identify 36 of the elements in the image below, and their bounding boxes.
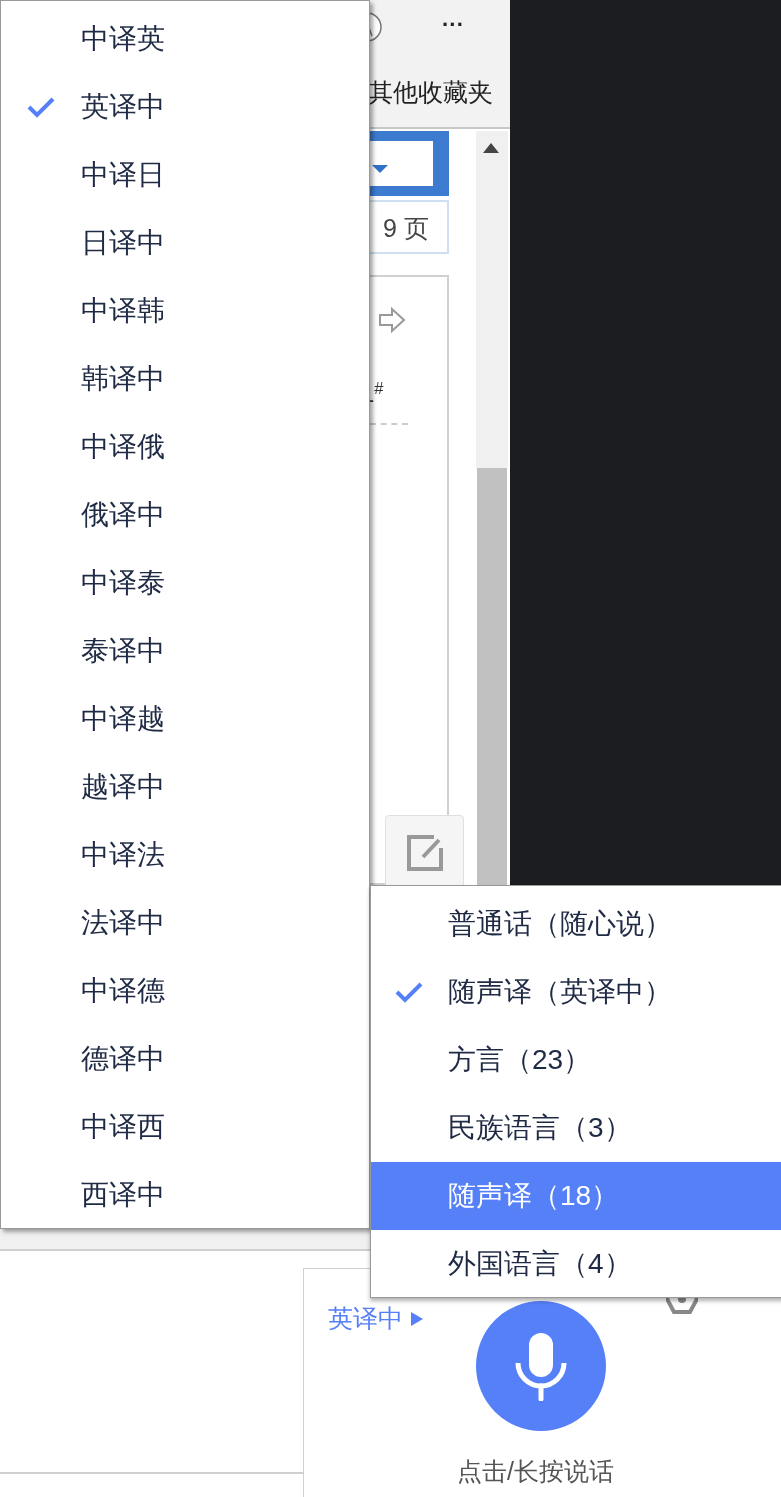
menu-item[interactable]: 外国语言（4） [371,1230,781,1298]
menu-item[interactable]: 中译俄 [1,413,369,481]
caret-icon[interactable] [372,165,388,173]
menu-item[interactable]: 中译西 [1,1093,369,1161]
menu-item[interactable]: 随声译（英译中） [371,958,781,1026]
microphone-icon [514,1331,568,1401]
menu-item[interactable]: 中译韩 [1,277,369,345]
edit-icon [405,833,444,872]
menu-item[interactable]: 方言（23） [371,1026,781,1094]
caret-icon [411,1311,423,1326]
scrollbar-thumb[interactable] [477,468,507,885]
menu-item[interactable]: 中译越 [1,685,369,753]
menu-item[interactable]: 中译法 [1,821,369,889]
menu-item[interactable]: 日译中 [1,209,369,277]
menu-item[interactable]: 普通话（随心说） [371,890,781,958]
more-button[interactable]: ··· [432,8,474,42]
menu-item[interactable]: 中译德 [1,957,369,1025]
menu-item[interactable]: 德译中 [1,1025,369,1093]
page-count: 9 页 [383,213,429,244]
mode-dropdown[interactable]: 英译中 [328,1300,423,1338]
hint-text: 点击/长按说话 [457,1456,614,1487]
scroll-up-icon[interactable] [483,143,499,153]
menu-item[interactable]: 越译中 [1,753,369,821]
menu-item[interactable]: 中译日 [1,141,369,209]
menu-item[interactable]: 民族语言（3） [371,1094,781,1162]
menu-item[interactable]: 韩译中 [1,345,369,413]
bookmark-folder[interactable]: 其他收藏夹 [368,74,493,112]
menu-item[interactable]: 英译中 [1,73,369,141]
menu-item[interactable]: 西译中 [1,1161,369,1229]
menu-item[interactable]: 法译中 [1,889,369,957]
menu-item[interactable]: 中译泰 [1,549,369,617]
menu-item[interactable]: 中译英 [1,5,369,73]
menu-item[interactable]: 泰译中 [1,617,369,685]
menu-item[interactable]: 俄译中 [1,481,369,549]
menu-item[interactable]: 随声译（18） [371,1162,781,1230]
arrow-right-icon[interactable] [378,306,406,334]
